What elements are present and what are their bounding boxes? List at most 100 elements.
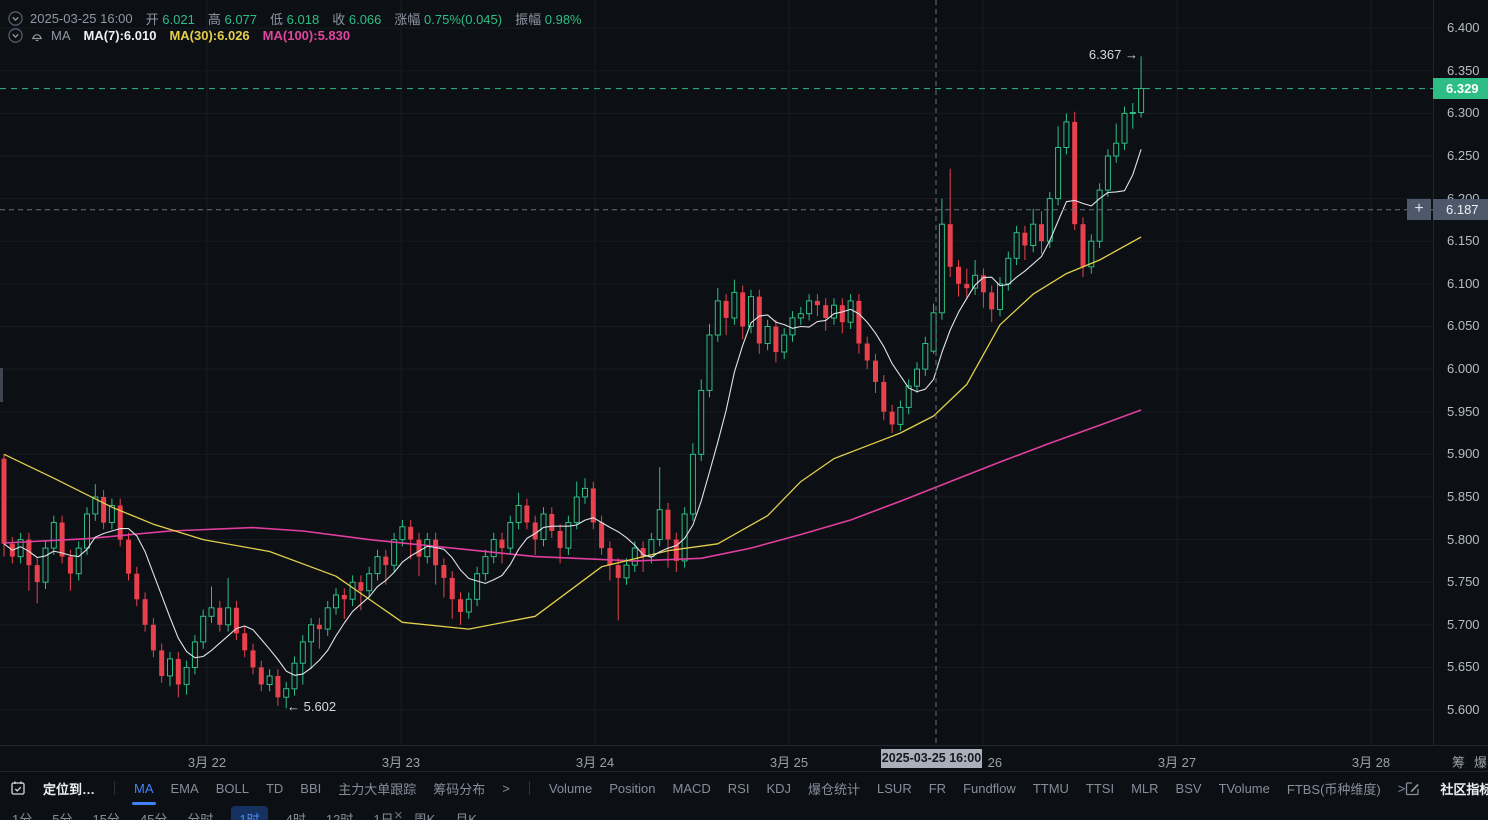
ma-legend: MA MA(7):6.010 MA(30):6.026 MA(100):5.83… [8, 28, 350, 43]
timeframe-4时[interactable]: 4时 [284, 806, 308, 820]
indicator-RSI[interactable]: RSI [728, 781, 750, 796]
ma100-value: MA(100):5.830 [262, 28, 351, 43]
indicator-Position[interactable]: Position [609, 781, 655, 796]
timeframe-周K[interactable]: 周K [412, 806, 438, 820]
ma7-value: MA(7):6.010 [83, 28, 157, 43]
overlay-BOLL[interactable]: BOLL [216, 781, 249, 796]
price-tick-5.650: 5.650 [1447, 659, 1480, 675]
price-tick-6.400: 6.400 [1447, 20, 1480, 36]
indicator-Volume[interactable]: Volume [549, 781, 592, 796]
chevron-more-icon[interactable]: > [502, 781, 510, 796]
collapse-icon[interactable] [8, 11, 23, 26]
divider [528, 781, 530, 795]
date-tick-3月 25: 3月 25 [769, 755, 809, 770]
change-label: 涨幅 [394, 12, 421, 27]
edit-icon[interactable] [1405, 781, 1420, 796]
overlay-MA[interactable]: MA [132, 781, 155, 805]
calendar-locate-icon[interactable] [10, 780, 26, 796]
timeframe-12时[interactable]: 12时 [324, 806, 355, 820]
bell-icon[interactable] [30, 29, 44, 43]
left-resize-handle[interactable] [0, 368, 3, 402]
current-price-badge: 6.329 [1433, 78, 1488, 100]
timeframe-5分[interactable]: 5分 [50, 806, 74, 820]
date-tick-3月 27: 3月 27 [1157, 755, 1197, 770]
overlay-TD[interactable]: TD [266, 781, 283, 796]
trading-chart-window: 2025-03-25 16:00 开 6.021 高 6.077 低 6.018… [0, 0, 1488, 820]
price-tick-6.100: 6.100 [1447, 275, 1480, 291]
collapse-icon[interactable] [8, 28, 23, 43]
sub-indicator-tabs: Volume Position MACD RSI KDJ 爆仓统计 LSUR FR Fundfl… [549, 779, 1381, 798]
crosshair-date-badge: 2025-03-25 16:00 [881, 749, 982, 768]
price-tick-5.900: 5.900 [1447, 446, 1480, 462]
indicator-MACD[interactable]: MACD [673, 781, 711, 796]
community-indicators-button[interactable]: 社区指标 [1440, 779, 1488, 798]
timeframe-1时[interactable]: 1时 [231, 806, 268, 820]
open-label: 开 [145, 12, 159, 27]
price-tick-5.600: 5.600 [1447, 702, 1480, 718]
overlay-indicator-tabs: MA EMA BOLL TD BBI 主力大单跟踪 筹码分布 [132, 779, 485, 805]
chevron-more-icon[interactable]: > [1398, 781, 1406, 796]
locate-button[interactable]: 定位到… [43, 779, 95, 798]
price-tick-6.000: 6.000 [1447, 361, 1480, 377]
price-tick-5.750: 5.750 [1447, 574, 1480, 590]
overlay-EMA[interactable]: EMA [171, 781, 199, 796]
timeframe-分时[interactable]: 分时 [185, 806, 215, 820]
low-value: 6.018 [286, 12, 320, 27]
crosshair-plus-icon[interactable]: + [1407, 199, 1431, 221]
indicator-KDJ[interactable]: KDJ [766, 781, 791, 796]
indicator-MLR[interactable]: MLR [1131, 781, 1158, 796]
timeframe-45分[interactable]: 45分 [138, 806, 169, 820]
indicator-FTBS(币种维度)[interactable]: FTBS(币种维度) [1287, 779, 1381, 798]
indicator-toolbar: 定位到… MA EMA BOLL TD BBI 主力大单跟踪 筹码分布 > Volume Po… [0, 771, 1488, 805]
price-tick-6.150: 6.150 [1447, 233, 1480, 249]
indicator-TTMU[interactable]: TTMU [1033, 781, 1069, 796]
price-tick-6.250: 6.250 [1447, 147, 1480, 163]
price-tick-5.950: 5.950 [1447, 403, 1480, 419]
timeframe-1日[interactable]: 1日 [371, 806, 395, 820]
indicator-TTSI[interactable]: TTSI [1086, 781, 1114, 796]
ma30-value: MA(30):6.026 [169, 28, 250, 43]
high-value: 6.077 [224, 12, 258, 27]
amplitude-value: 0.98% [544, 12, 582, 27]
price-tick-5.800: 5.800 [1447, 531, 1480, 547]
divider [114, 781, 116, 795]
low-label: 低 [270, 12, 284, 27]
amplitude-label: 振幅 [515, 12, 542, 27]
indicator-TVolume[interactable]: TVolume [1219, 781, 1270, 796]
candlestick-chart[interactable] [0, 0, 1433, 745]
candle-datetime: 2025-03-25 16:00 [30, 11, 133, 26]
close-value: 6.066 [348, 12, 382, 27]
overlay-主力大单跟踪[interactable]: 主力大单跟踪 [338, 779, 416, 798]
overlay-筹码分布[interactable]: 筹码分布 [433, 779, 485, 798]
indicator-爆仓统计[interactable]: 爆仓统计 [808, 779, 860, 798]
price-tick-6.300: 6.300 [1447, 105, 1480, 121]
date-tick-3月 23: 3月 23 [381, 755, 421, 770]
close-icon[interactable]: × [394, 805, 403, 820]
close-label: 收 [332, 12, 346, 27]
crosshair-price-badge: 6.187 [1433, 199, 1488, 221]
overlay-BBI[interactable]: BBI [300, 781, 321, 796]
price-tick-6.350: 6.350 [1447, 62, 1480, 78]
indicator-LSUR[interactable]: LSUR [877, 781, 912, 796]
price-tick-5.850: 5.850 [1447, 488, 1480, 504]
timeframe-15分[interactable]: 15分 [90, 806, 121, 820]
ma-group-label: MA [51, 28, 71, 43]
indicator-BSV[interactable]: BSV [1176, 781, 1202, 796]
timeframe-bar: 1分 5分 15分 45分 分时 1时 4时 12时 1日 周K 月K [0, 804, 1488, 820]
ohlc-legend: 2025-03-25 16:00 开 6.021 高 6.077 低 6.018… [8, 9, 582, 28]
high-price-annotation: 6.367 → [1088, 47, 1138, 62]
indicator-FR[interactable]: FR [929, 781, 946, 796]
change-value: 0.75%(0.045) [424, 12, 503, 27]
timeframe-月K[interactable]: 月K [453, 806, 479, 820]
open-value: 6.021 [162, 12, 195, 27]
date-tick-3月 22: 3月 22 [187, 755, 227, 770]
low-price-annotation: ← 5.602 [287, 699, 337, 714]
high-label: 高 [207, 12, 221, 27]
timeframe-1分[interactable]: 1分 [10, 806, 34, 820]
price-tick-6.050: 6.050 [1447, 318, 1480, 334]
date-tick-3月 24: 3月 24 [575, 755, 615, 770]
indicator-Fundflow[interactable]: Fundflow [963, 781, 1016, 796]
price-axis[interactable]: 6.400 6.350 6.300 6.250 6.200 6.150 6.100 6.050… [1433, 0, 1488, 745]
date-axis[interactable]: 2025-03-25 16:00 筹 爆 3月 22 3月 23 3月 24 3月 2… [0, 745, 1488, 771]
date-tick-3月 28: 3月 28 [1351, 755, 1391, 770]
